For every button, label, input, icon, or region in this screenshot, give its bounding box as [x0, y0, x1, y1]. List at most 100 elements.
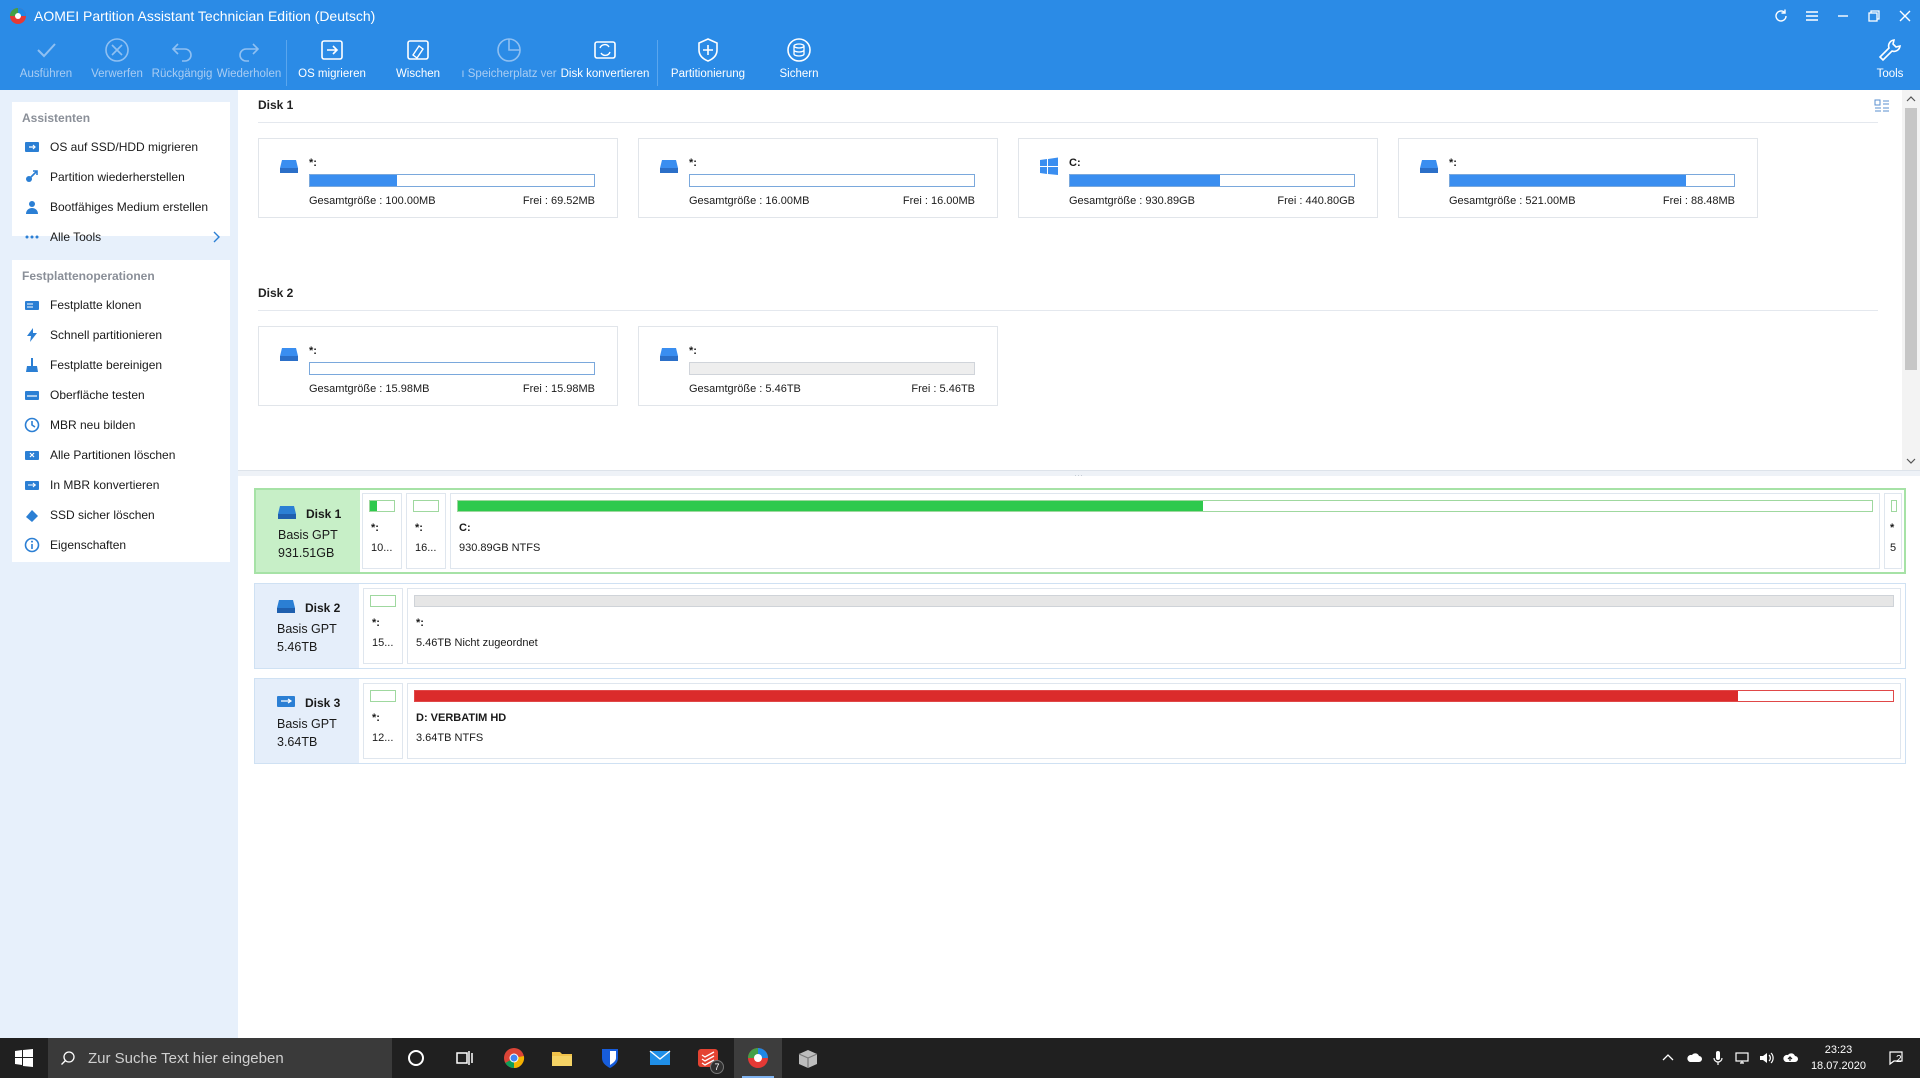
- tools-button[interactable]: Tools: [1870, 32, 1910, 90]
- notification-count: 2: [1896, 1054, 1902, 1065]
- partition-info: 5: [1890, 542, 1897, 554]
- taskbar-bitwarden[interactable]: [586, 1038, 634, 1078]
- partition-card[interactable]: *: Gesamtgröße : 16.00MB Frei : 16.00MB: [638, 138, 998, 218]
- disk-row-1[interactable]: Disk 1 Basis GPT 931.51GB *: 10... *: 16…: [254, 488, 1906, 574]
- partition-block[interactable]: D: VERBATIM HD 3.64TB NTFS: [407, 683, 1901, 759]
- disk-size: 931.51GB: [278, 546, 335, 560]
- restore-button[interactable]: [1858, 0, 1889, 32]
- disk-row-2[interactable]: Disk 2 Basis GPT 5.46TB *: 15... *: 5.46…: [254, 583, 1906, 669]
- scrollbar-thumb[interactable]: [1905, 108, 1917, 370]
- window-title: AOMEI Partition Assistant Technician Edi…: [34, 8, 376, 24]
- free-size: Frei : 15.98MB: [522, 383, 595, 395]
- scroll-down-icon[interactable]: [1906, 456, 1916, 466]
- taskbar-clock[interactable]: 23:23 18.07.2020: [1811, 1042, 1866, 1074]
- disk-operations-panel: Festplattenoperationen Festplatte klonen…: [12, 260, 230, 562]
- convert-disk-button[interactable]: Disk konvertieren: [560, 32, 650, 90]
- partition-block[interactable]: * 5: [1884, 493, 1902, 569]
- toolbar-separator: [286, 40, 287, 86]
- taskbar-mail[interactable]: [636, 1038, 684, 1078]
- sidebar-item-delete-all-partitions[interactable]: Alle Partitionen löschen: [12, 440, 230, 470]
- sidebar-item-wipe-disk[interactable]: Festplatte bereinigen: [12, 350, 230, 380]
- tray-cloud-sync[interactable]: [1778, 1038, 1802, 1078]
- clock-date: 18.07.2020: [1810, 1060, 1866, 1072]
- partition-info: 5.46TB Nicht zugeordnet: [416, 637, 538, 649]
- partitioning-button[interactable]: Partitionierung: [667, 32, 749, 90]
- sidebar-item-ssd-secure-erase[interactable]: SSD sicher löschen: [12, 500, 230, 530]
- tray-microphone[interactable]: [1706, 1038, 1730, 1078]
- partition-info: 930.89GB NTFS: [459, 542, 541, 554]
- tray-onedrive[interactable]: [1682, 1038, 1706, 1078]
- disk-header[interactable]: Disk 2 Basis GPT 5.46TB: [255, 584, 359, 668]
- taskbar-file-explorer[interactable]: [538, 1038, 586, 1078]
- disk2-cards-title: Disk 2: [258, 286, 294, 300]
- partition-name: *:: [1449, 157, 1457, 169]
- windows-taskbar: Zur Suche Text hier eingeben 7 23:23 18.…: [0, 1038, 1920, 1078]
- taskbar-chrome[interactable]: [490, 1038, 538, 1078]
- package-box-icon: [798, 1050, 818, 1068]
- sidebar-item-properties[interactable]: Eigenschaften: [12, 530, 230, 560]
- partition-block[interactable]: *: 16...: [406, 493, 446, 569]
- apply-button[interactable]: Ausführen: [18, 32, 74, 90]
- partition-block[interactable]: *: 10...: [362, 493, 402, 569]
- undo-button[interactable]: Rückgängig: [152, 32, 212, 90]
- partition-usage-bar: [370, 690, 396, 702]
- window-controls: [1765, 0, 1920, 32]
- partition-card[interactable]: *: Gesamtgröße : 15.98MB Frei : 15.98MB: [258, 326, 618, 406]
- taskbar-todoist[interactable]: 7: [684, 1038, 732, 1078]
- disk-header[interactable]: Disk 3 Basis GPT 3.64TB: [255, 679, 359, 763]
- scroll-up-icon[interactable]: [1906, 94, 1916, 104]
- allocate-space-button[interactable]: ı Speicherplatz ver: [461, 32, 557, 90]
- refresh-button[interactable]: [1765, 0, 1796, 32]
- partition-block[interactable]: *: 5.46TB Nicht zugeordnet: [407, 588, 1901, 664]
- sidebar-item-rebuild-mbr[interactable]: MBR neu bilden: [12, 410, 230, 440]
- tray-network[interactable]: [1730, 1038, 1754, 1078]
- view-mode-icon[interactable]: [1874, 98, 1890, 114]
- taskbar-aomei[interactable]: [734, 1038, 782, 1078]
- sidebar-item-surface-test[interactable]: Oberfläche testen: [12, 380, 230, 410]
- partition-card[interactable]: C: Gesamtgröße : 930.89GB Frei : 440.80G…: [1018, 138, 1378, 218]
- redo-button[interactable]: Wiederholen: [217, 32, 281, 90]
- sidebar-item-clone-disk[interactable]: Festplatte klonen: [12, 290, 230, 320]
- backup-button[interactable]: Sichern: [768, 32, 830, 90]
- task-view-icon: [456, 1051, 473, 1065]
- partition-card[interactable]: *: Gesamtgröße : 5.46TB Frei : 5.46TB: [638, 326, 998, 406]
- taskbar-installer[interactable]: [784, 1038, 832, 1078]
- taskbar-search-box[interactable]: Zur Suche Text hier eingeben: [48, 1038, 392, 1078]
- partition-name: C:: [1069, 157, 1081, 169]
- task-view-button[interactable]: [440, 1038, 488, 1078]
- sidebar-item-partition-recovery[interactable]: Partition wiederherstellen: [12, 162, 230, 192]
- menu-button[interactable]: [1796, 0, 1827, 32]
- sidebar-item-migrate-os[interactable]: OS auf SSD/HDD migrieren: [12, 132, 230, 162]
- cards-scrollbar[interactable]: [1902, 90, 1920, 470]
- close-button[interactable]: [1889, 0, 1920, 32]
- cortana-button[interactable]: [392, 1038, 440, 1078]
- partition-block[interactable]: *: 12...: [363, 683, 403, 759]
- discard-button[interactable]: Verwerfen: [88, 32, 146, 90]
- migrate-os-button[interactable]: OS migrieren: [296, 32, 368, 90]
- tray-volume[interactable]: [1754, 1038, 1778, 1078]
- disk-header[interactable]: Disk 1 Basis GPT 931.51GB: [256, 490, 360, 572]
- sidebar-item-label: Festplatte bereinigen: [50, 358, 163, 372]
- sidebar-item-bootable-media[interactable]: Bootfähiges Medium erstellen: [12, 192, 230, 222]
- sidebar-item-quick-partition[interactable]: Schnell partitionieren: [12, 320, 230, 350]
- action-center-button[interactable]: 2: [1876, 1038, 1916, 1078]
- folder-icon: [552, 1052, 572, 1066]
- partition-block[interactable]: C: 930.89GB NTFS: [450, 493, 1880, 569]
- hard-disk-icon: [278, 506, 296, 519]
- assistants-title: Assistenten: [22, 111, 91, 125]
- partition-card[interactable]: *: Gesamtgröße : 521.00MB Frei : 88.48MB: [1398, 138, 1758, 218]
- minimize-button[interactable]: [1827, 0, 1858, 32]
- start-button[interactable]: [0, 1038, 48, 1078]
- partition-block[interactable]: *: 15...: [363, 588, 403, 664]
- discard-label: Verwerfen: [91, 68, 143, 80]
- cloud-upload-icon: [1783, 1053, 1798, 1062]
- sidebar-item-all-tools[interactable]: Alle Tools: [12, 222, 230, 252]
- sidebar-item-convert-mbr[interactable]: In MBR konvertieren: [12, 470, 230, 500]
- show-hidden-icons-button[interactable]: [1656, 1038, 1680, 1078]
- wipe-button[interactable]: Wischen: [386, 32, 450, 90]
- convert-disk-icon: [594, 41, 616, 59]
- search-placeholder: Zur Suche Text hier eingeben: [88, 1049, 284, 1067]
- partition-usage-bar: [1891, 500, 1897, 512]
- partition-card[interactable]: *: Gesamtgröße : 100.00MB Frei : 69.52MB: [258, 138, 618, 218]
- disk-row-3[interactable]: Disk 3 Basis GPT 3.64TB *: 12... D: VERB…: [254, 678, 1906, 764]
